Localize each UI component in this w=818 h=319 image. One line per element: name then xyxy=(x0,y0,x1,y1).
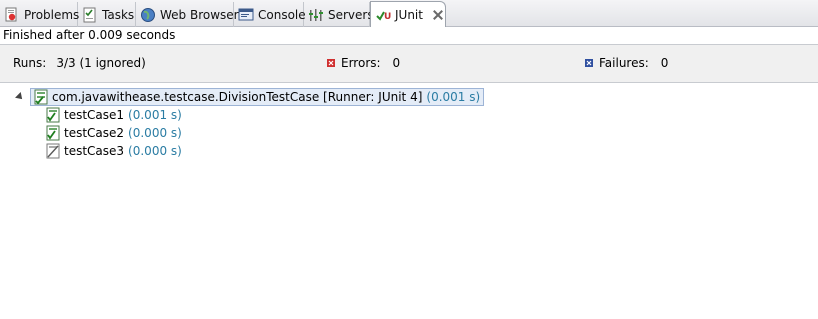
runs-value: 3/3 (1 ignored) xyxy=(56,56,146,70)
runs-label: Runs: xyxy=(13,56,47,70)
expand-arrow-icon[interactable] xyxy=(16,93,25,102)
tab-junit[interactable]: U JUnit xyxy=(370,1,446,28)
junit-icon: U xyxy=(376,11,391,22)
test-time: (0.000 s) xyxy=(128,126,182,140)
test-time: (0.001 s) xyxy=(128,108,182,122)
servers-icon xyxy=(309,8,323,21)
runs-counter: Runs: 3/3 (1 ignored) xyxy=(13,56,146,70)
tab-label: Console xyxy=(258,7,306,22)
problems-icon xyxy=(5,7,17,21)
errors-counter: Errors: 0 xyxy=(327,56,400,70)
tree-test-row[interactable]: testCase3 (0.000 s) xyxy=(45,142,182,160)
failures-value: 0 xyxy=(660,56,669,70)
tree-suite-row[interactable]: com.javawithease.testcase.DivisionTestCa… xyxy=(16,88,485,106)
failure-icon xyxy=(585,59,593,67)
view-tab-bar: Problems Tasks Web Browser Console Serve… xyxy=(0,0,818,28)
failures-label: Failures: xyxy=(599,56,649,70)
tab-problems[interactable]: Problems xyxy=(0,2,80,27)
counter-panel: Runs: 3/3 (1 ignored) Errors: 0 Failures… xyxy=(0,45,818,83)
test-ignored-icon xyxy=(46,143,60,159)
tab-label: JUnit xyxy=(395,8,423,22)
tab-label: Web Browser xyxy=(160,7,239,22)
tab-console[interactable]: Console xyxy=(234,2,306,27)
tasks-icon xyxy=(83,7,96,22)
suite-passed-icon xyxy=(34,89,48,105)
error-icon xyxy=(327,59,335,67)
test-tree: com.javawithease.testcase.DivisionTestCa… xyxy=(0,83,818,319)
errors-label: Errors: xyxy=(341,56,381,70)
close-icon[interactable] xyxy=(432,9,444,21)
suite-time: (0.001 s) xyxy=(426,90,481,104)
test-passed-icon xyxy=(46,107,60,123)
console-icon xyxy=(238,8,254,20)
tab-label: Servers xyxy=(328,7,374,22)
errors-value: 0 xyxy=(392,56,401,70)
test-passed-icon xyxy=(46,125,60,141)
tab-tasks[interactable]: Tasks xyxy=(78,2,136,27)
failures-counter: Failures: 0 xyxy=(585,56,668,70)
tree-test-row[interactable]: testCase2 (0.000 s) xyxy=(45,124,182,142)
suite-name: com.javawithease.testcase.DivisionTestCa… xyxy=(52,90,423,104)
tab-label: Tasks xyxy=(102,7,135,22)
web-browser-icon xyxy=(141,7,155,22)
test-name: testCase2 xyxy=(64,126,125,140)
tree-test-row[interactable]: testCase1 (0.001 s) xyxy=(45,106,182,124)
test-time: (0.000 s) xyxy=(128,144,182,158)
tab-servers[interactable]: Servers xyxy=(304,2,374,27)
test-name: testCase1 xyxy=(64,108,125,122)
test-name: testCase3 xyxy=(64,144,125,158)
tab-label: Problems xyxy=(24,7,80,22)
suite-node[interactable]: com.javawithease.testcase.DivisionTestCa… xyxy=(30,88,485,106)
run-status: Finished after 0.009 seconds xyxy=(0,27,818,45)
svg-text:U: U xyxy=(384,12,391,22)
tab-web-browser[interactable]: Web Browser xyxy=(136,2,239,27)
